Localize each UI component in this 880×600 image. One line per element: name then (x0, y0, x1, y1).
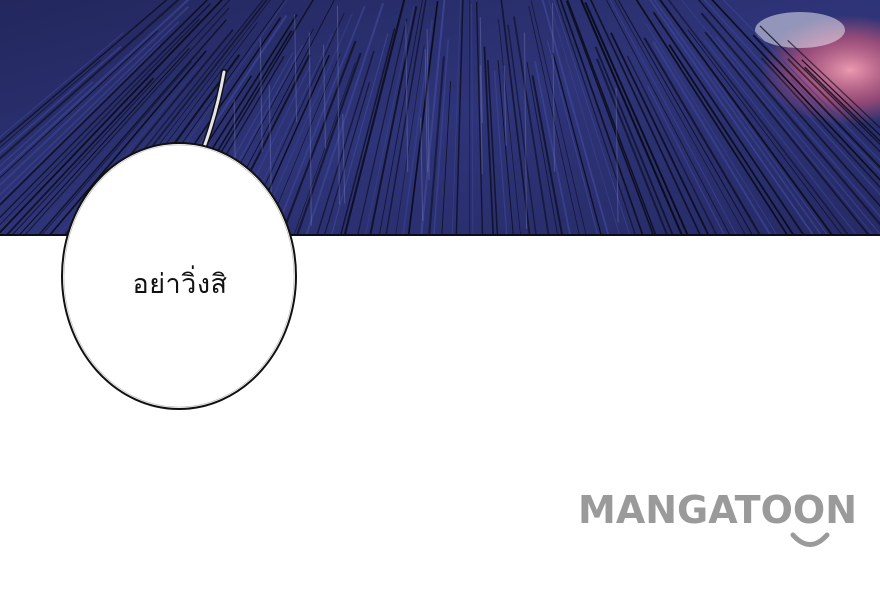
watermark-text: MANGATOON (578, 488, 858, 532)
mangatoon-watermark: MANGATOON (578, 482, 880, 552)
comic-page: อย่าวิ่งสิ MANGATOON (0, 0, 880, 600)
speed-lines-illustration (0, 0, 880, 234)
light-blur-shape (755, 12, 845, 48)
comic-panel-speed-lines (0, 0, 880, 236)
smile-icon (790, 532, 830, 547)
speech-bubble-text: อย่าวิ่งสิ (132, 269, 228, 300)
